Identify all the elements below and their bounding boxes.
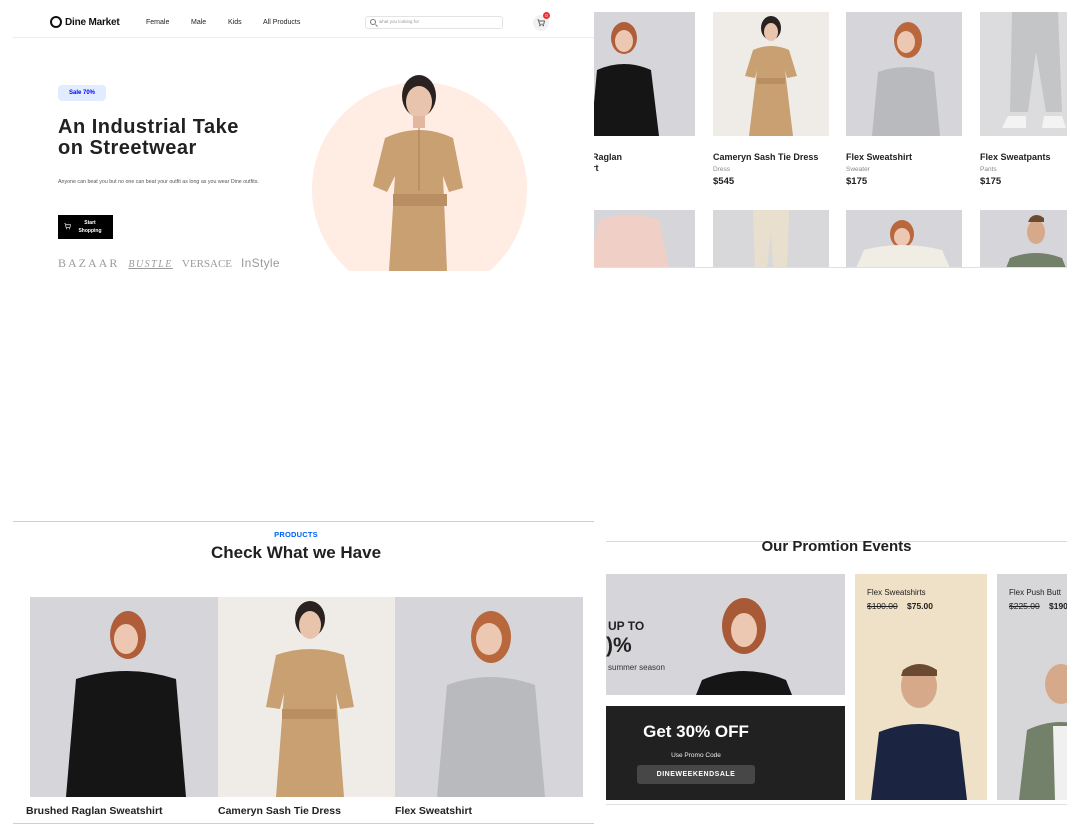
logo[interactable]: Dine Market bbox=[50, 16, 120, 28]
promo-tile-image bbox=[1019, 664, 1067, 800]
sale-percent: )% bbox=[606, 634, 632, 657]
promo-tile-name: Flex Sweatshirts bbox=[867, 588, 926, 597]
sale-badge: Sale 70% bbox=[58, 85, 106, 101]
product-image bbox=[594, 12, 695, 136]
promo-tile-image bbox=[871, 664, 967, 800]
start-shopping-button[interactable]: Start Shopping bbox=[58, 215, 113, 239]
promo-tile-old-price: $100.00 bbox=[867, 601, 898, 611]
brand-versace: VERSACE bbox=[181, 258, 233, 270]
product-card[interactable]: Flex Sweatshirt bbox=[395, 597, 583, 823]
logo-text: Dine Market bbox=[65, 16, 120, 28]
product-image bbox=[980, 12, 1067, 136]
logo-icon bbox=[50, 16, 62, 28]
section-title: Check What we Have bbox=[210, 543, 382, 562]
product-name: Brushed Raglan Sweatshirt bbox=[26, 805, 163, 817]
product-name-line1: ed Raglan bbox=[594, 152, 623, 162]
product-card[interactable]: Cameryn Sash Tie Dress bbox=[218, 597, 395, 823]
cta-line2: Shopping bbox=[78, 228, 102, 234]
promo-tile-name: Flex Push Butt bbox=[1009, 588, 1062, 597]
promo-tile-new-price: $190 bbox=[1049, 601, 1067, 611]
hero-title: An Industrial Take on Streetwear bbox=[58, 117, 308, 159]
search-icon bbox=[370, 19, 376, 25]
cart-icon bbox=[64, 223, 71, 230]
nav-link-male[interactable]: Male bbox=[191, 19, 206, 26]
product-image bbox=[218, 597, 395, 797]
brand-logos: BAZAAR BUSTLE VERSACE InStyle bbox=[58, 256, 280, 271]
products-section-panel: PRODUCTS Check What we Have Brushed Ragl… bbox=[13, 521, 594, 824]
promotions-panel: Our Promtion Events UP TO )% summer seas… bbox=[606, 538, 1067, 806]
product-name: Flex Sweatshirt bbox=[846, 152, 913, 162]
hero-title-line2: on Streetwear bbox=[58, 137, 197, 159]
hero-title-line1: An Industrial Take bbox=[58, 116, 239, 138]
divider bbox=[606, 804, 1067, 805]
product-name: ed Raglan shirt bbox=[594, 152, 622, 174]
product-price: $175 bbox=[846, 176, 868, 187]
product-name-line2: shirt bbox=[594, 163, 599, 173]
product-image bbox=[30, 597, 218, 797]
promo-code-heading: Get 30% OFF bbox=[643, 722, 749, 741]
product-name: Cameryn Sash Tie Dress bbox=[713, 152, 819, 162]
sale-heading: UP TO bbox=[608, 619, 645, 633]
promo-tile[interactable]: Flex Push Butt $225.00 $190 bbox=[997, 574, 1067, 800]
product-image bbox=[846, 12, 962, 136]
section-label: PRODUCTS bbox=[274, 530, 318, 539]
product-image[interactable] bbox=[594, 210, 695, 268]
product-name: Flex Sweatpants bbox=[980, 152, 1051, 162]
cta-line1: Start bbox=[84, 220, 96, 226]
brand-instyle: InStyle bbox=[241, 256, 280, 270]
product-image[interactable] bbox=[713, 210, 829, 268]
product-image bbox=[395, 597, 583, 797]
product-price: $545 bbox=[713, 176, 735, 187]
nav-link-kids[interactable]: Kids bbox=[228, 19, 242, 26]
start-shopping-label: Start Shopping bbox=[73, 219, 107, 235]
brand-bazaar: BAZAAR bbox=[58, 256, 120, 270]
promo-tile-old-price: $225.00 bbox=[1009, 601, 1040, 611]
promo-code-banner: Get 30% OFF Use Promo Code DINEWEEKENDSA… bbox=[606, 706, 845, 800]
product-image bbox=[713, 12, 829, 136]
product-image[interactable] bbox=[980, 210, 1067, 268]
brand-bustle: BUSTLE bbox=[128, 259, 173, 270]
sale-note: summer season bbox=[608, 663, 665, 672]
promo-tile-new-price: $75.00 bbox=[907, 601, 933, 611]
cart-count-badge: 0 bbox=[543, 12, 550, 19]
hero-panel: Dine Market Female Male Kids All Product… bbox=[13, 6, 594, 271]
product-price: $175 bbox=[980, 176, 1002, 187]
nav-link-female[interactable]: Female bbox=[146, 19, 169, 26]
product-slider-panel: ed Raglan shirt r Cameryn Sash Tie Dress… bbox=[594, 6, 1067, 268]
product-name: Flex Sweatshirt bbox=[395, 805, 473, 817]
navbar: Dine Market Female Male Kids All Product… bbox=[13, 6, 594, 38]
product-category: Dress bbox=[713, 166, 730, 173]
search-placeholder: what you looking for bbox=[379, 19, 420, 24]
hero-model-image bbox=[373, 75, 463, 271]
nav-link-all-products[interactable]: All Products bbox=[263, 19, 300, 26]
hero-description: Anyone can beat you but no one can beat … bbox=[58, 179, 259, 185]
product-image[interactable] bbox=[846, 210, 962, 268]
search-input[interactable]: what you looking for bbox=[365, 16, 503, 29]
promo-tile[interactable]: Flex Sweatshirts $100.00 $75.00 bbox=[855, 574, 987, 800]
product-category: Pants bbox=[980, 166, 997, 173]
cart-icon bbox=[537, 19, 545, 27]
promotions-title: Our Promtion Events bbox=[761, 538, 912, 555]
sale-banner-image bbox=[696, 598, 792, 695]
sale-banner[interactable]: UP TO )% summer season bbox=[606, 574, 845, 695]
product-card[interactable]: Brushed Raglan Sweatshirt bbox=[26, 597, 218, 823]
promo-code-chip[interactable]: DINEWEEKENDSALE bbox=[637, 765, 755, 784]
product-category: Sweater bbox=[846, 166, 870, 173]
promo-code-label: Use Promo Code bbox=[671, 752, 721, 759]
product-name: Cameryn Sash Tie Dress bbox=[218, 805, 341, 817]
